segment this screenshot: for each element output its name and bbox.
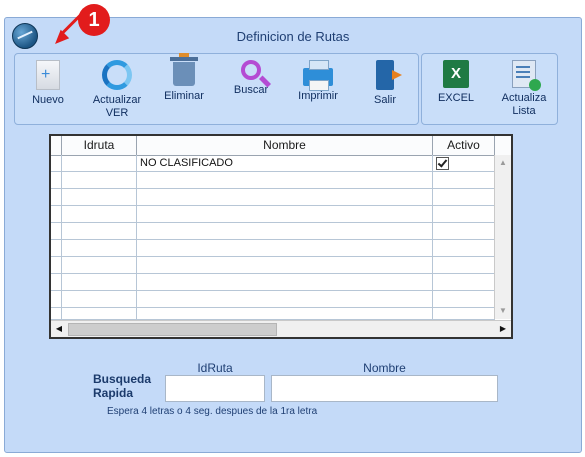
table-row-empty[interactable] bbox=[51, 240, 495, 257]
grid-header: Idruta Nombre Activo bbox=[51, 136, 511, 156]
cell-nombre[interactable] bbox=[137, 291, 433, 307]
update-list-button[interactable]: Actualiza Lista bbox=[494, 60, 554, 122]
cell-activo[interactable] bbox=[433, 274, 495, 290]
cell-idruta[interactable] bbox=[62, 291, 137, 307]
routes-grid[interactable]: Idruta Nombre Activo NO CLASIFICADO ▲ ▼ … bbox=[49, 134, 513, 339]
exit-button-label: Salir bbox=[373, 94, 396, 106]
main-window: Definicion de Rutas Nuevo Actualizar VER… bbox=[4, 17, 582, 453]
delete-button-label: Eliminar bbox=[164, 90, 204, 102]
cell-idruta[interactable] bbox=[62, 155, 137, 171]
exit-button[interactable]: Salir bbox=[355, 60, 415, 122]
idruta-search-label: IdRuta bbox=[197, 361, 233, 375]
row-selector[interactable] bbox=[51, 172, 62, 188]
idruta-search-input[interactable] bbox=[165, 375, 265, 402]
horizontal-scroll-thumb[interactable] bbox=[68, 323, 277, 336]
cell-nombre[interactable] bbox=[137, 206, 433, 222]
refresh-button-label: Actualizar VER bbox=[92, 94, 142, 119]
cell-nombre[interactable]: NO CLASIFICADO bbox=[137, 155, 433, 171]
cell-nombre[interactable] bbox=[137, 274, 433, 290]
table-row[interactable]: NO CLASIFICADO bbox=[51, 155, 495, 172]
cell-idruta[interactable] bbox=[62, 172, 137, 188]
nombre-search-label: Nombre bbox=[363, 361, 406, 375]
update-list-icon bbox=[512, 60, 541, 91]
cell-nombre[interactable] bbox=[137, 189, 433, 205]
new-button-label: Nuevo bbox=[32, 94, 64, 106]
table-row-empty[interactable] bbox=[51, 291, 495, 308]
new-button[interactable]: Nuevo bbox=[18, 60, 78, 122]
cell-idruta[interactable] bbox=[62, 257, 137, 273]
print-button[interactable]: Imprimir bbox=[288, 60, 348, 122]
cell-nombre[interactable] bbox=[137, 223, 433, 239]
table-row-empty[interactable] bbox=[51, 223, 495, 240]
cell-activo[interactable] bbox=[433, 308, 495, 319]
nombre-search-input[interactable] bbox=[271, 375, 498, 402]
search-hint: Espera 4 letras o 4 seg. despues de la 1… bbox=[107, 406, 318, 417]
main-toolbar: Nuevo Actualizar VER Eliminar Buscar Imp… bbox=[14, 53, 419, 125]
row-selector[interactable] bbox=[51, 291, 62, 307]
table-row-empty[interactable] bbox=[51, 274, 495, 291]
cell-activo[interactable] bbox=[433, 223, 495, 239]
cell-activo[interactable] bbox=[433, 257, 495, 273]
annotation-badge: 1 bbox=[78, 4, 110, 36]
quick-search-label: Busqueda Rapida bbox=[93, 372, 152, 400]
print-button-label: Imprimir bbox=[298, 90, 338, 102]
scroll-up-arrow-icon[interactable]: ▲ bbox=[495, 155, 511, 171]
cell-activo[interactable] bbox=[433, 291, 495, 307]
trash-icon bbox=[170, 53, 198, 86]
row-selector[interactable] bbox=[51, 223, 62, 239]
refresh-view-button[interactable]: Actualizar VER bbox=[87, 60, 147, 122]
update-list-button-label: Actualiza Lista bbox=[501, 92, 547, 117]
row-selector[interactable] bbox=[51, 308, 62, 319]
column-header-nombre[interactable]: Nombre bbox=[137, 136, 433, 155]
scroll-down-arrow-icon[interactable]: ▼ bbox=[495, 303, 511, 319]
column-header-idruta[interactable]: Idruta bbox=[62, 136, 137, 155]
delete-button[interactable]: Eliminar bbox=[154, 53, 214, 122]
refresh-icon bbox=[102, 60, 132, 90]
excel-icon: X bbox=[443, 60, 469, 88]
cell-nombre[interactable] bbox=[137, 257, 433, 273]
export-toolbar: X EXCEL Actualiza Lista bbox=[421, 53, 558, 125]
row-selector[interactable] bbox=[51, 206, 62, 222]
grid-vertical-scrollbar[interactable]: ▲ ▼ bbox=[494, 155, 511, 319]
row-selector-header bbox=[51, 136, 62, 155]
scroll-left-arrow-icon[interactable]: ◀ bbox=[51, 321, 67, 337]
cell-nombre[interactable] bbox=[137, 240, 433, 256]
row-selector[interactable] bbox=[51, 257, 62, 273]
excel-button-label: EXCEL bbox=[437, 92, 475, 104]
grid-horizontal-scrollbar[interactable]: ◀ ▶ bbox=[51, 320, 511, 337]
table-row-empty[interactable] bbox=[51, 206, 495, 223]
search-button[interactable]: Buscar bbox=[221, 60, 281, 122]
table-row-empty[interactable] bbox=[51, 172, 495, 189]
excel-button[interactable]: X EXCEL bbox=[426, 60, 486, 122]
activo-checkbox[interactable] bbox=[436, 157, 449, 170]
cell-nombre[interactable] bbox=[137, 172, 433, 188]
row-selector[interactable] bbox=[51, 189, 62, 205]
cell-activo[interactable] bbox=[433, 155, 495, 171]
row-selector[interactable] bbox=[51, 274, 62, 290]
column-header-activo[interactable]: Activo bbox=[433, 136, 495, 155]
row-selector[interactable] bbox=[51, 240, 62, 256]
table-row-empty[interactable] bbox=[51, 257, 495, 274]
cell-activo[interactable] bbox=[433, 189, 495, 205]
cell-idruta[interactable] bbox=[62, 240, 137, 256]
row-selector[interactable] bbox=[51, 155, 62, 171]
new-document-icon bbox=[36, 60, 60, 90]
exit-icon bbox=[376, 60, 402, 90]
table-row-empty[interactable] bbox=[51, 189, 495, 206]
cell-idruta[interactable] bbox=[62, 206, 137, 222]
cell-activo[interactable] bbox=[433, 172, 495, 188]
table-row-empty[interactable] bbox=[51, 308, 495, 320]
cell-idruta[interactable] bbox=[62, 189, 137, 205]
printer-icon bbox=[303, 60, 333, 91]
search-icon bbox=[241, 60, 261, 80]
search-button-label: Buscar bbox=[233, 84, 269, 96]
cell-activo[interactable] bbox=[433, 206, 495, 222]
cell-idruta[interactable] bbox=[62, 274, 137, 290]
cell-nombre[interactable] bbox=[137, 308, 433, 319]
cell-idruta[interactable] bbox=[62, 223, 137, 239]
cell-activo[interactable] bbox=[433, 240, 495, 256]
cell-idruta[interactable] bbox=[62, 308, 137, 319]
scroll-right-arrow-icon[interactable]: ▶ bbox=[495, 321, 511, 337]
